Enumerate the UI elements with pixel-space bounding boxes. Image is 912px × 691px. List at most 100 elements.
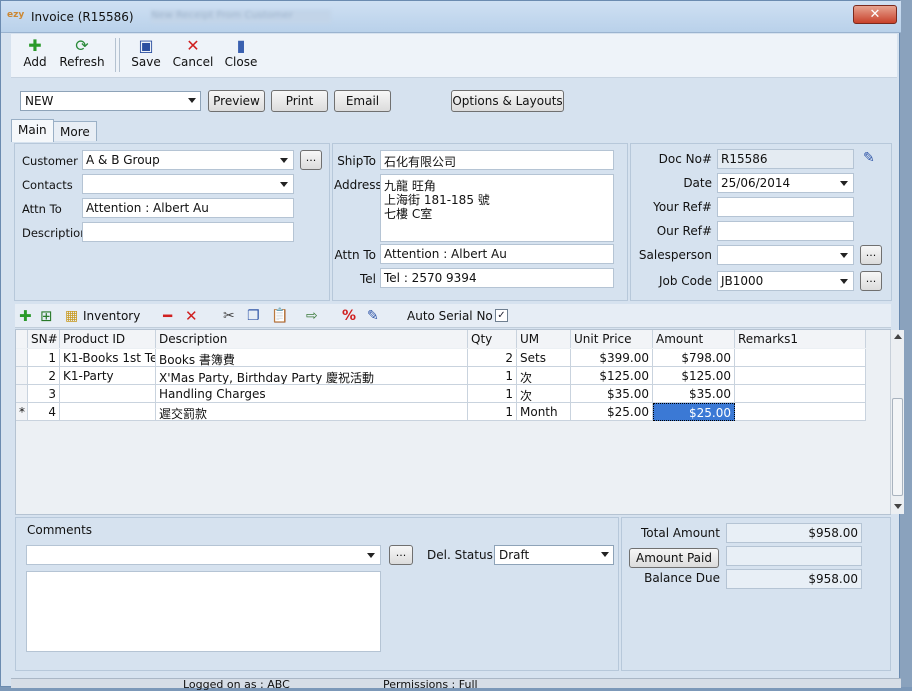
save-button[interactable]: ▣ Save	[124, 37, 168, 75]
cell-sn[interactable]: 2	[28, 367, 60, 385]
tab-main[interactable]: Main	[11, 119, 54, 142]
job-code-label: Job Code	[658, 274, 712, 288]
add-button[interactable]: ✚ Add	[13, 37, 57, 75]
cell-amount[interactable]: $125.00	[653, 367, 735, 385]
cell-remarks[interactable]	[735, 385, 866, 403]
cell-um[interactable]: 次	[517, 367, 571, 385]
window-close-button[interactable]: ✕	[853, 5, 897, 24]
description-field[interactable]	[82, 222, 294, 242]
header-product-id[interactable]: Product ID	[60, 330, 156, 348]
cell-sn[interactable]: 3	[28, 385, 60, 403]
tel-field[interactable]: Tel : 2570 9394	[380, 268, 614, 288]
cell-unit-price[interactable]: $125.00	[571, 367, 653, 385]
row-marker[interactable]	[16, 367, 28, 385]
cell-amount[interactable]: $798.00	[653, 349, 735, 367]
cell-sn[interactable]: 4	[28, 403, 60, 421]
grid-scrollbar[interactable]	[890, 330, 904, 514]
cell-description[interactable]: X'Mas Party, Birthday Party 慶祝活動	[156, 367, 468, 385]
comments-textarea[interactable]	[26, 571, 381, 652]
inventory-button[interactable]: Inventory	[83, 307, 140, 325]
row-marker[interactable]	[16, 385, 28, 403]
cell-amount[interactable]: $35.00	[653, 385, 735, 403]
cancel-button[interactable]: ✕ Cancel	[171, 37, 215, 75]
scroll-thumb[interactable]	[892, 398, 903, 496]
edit-icon[interactable]: ✎	[863, 150, 875, 166]
header-unit-price[interactable]: Unit Price	[571, 330, 653, 348]
del-status-select[interactable]: Draft	[494, 545, 614, 565]
header-sn[interactable]: SN#	[28, 330, 60, 348]
header-amount[interactable]: Amount	[653, 330, 735, 348]
cell-product-id[interactable]	[60, 403, 156, 421]
title-bar[interactable]: ezy Invoice (R15586) New Receipt From Cu…	[1, 1, 901, 33]
cell-sn[interactable]: 1	[28, 349, 60, 367]
cell-qty[interactable]: 1	[468, 385, 517, 403]
amount-paid-button[interactable]: Amount Paid	[629, 548, 719, 568]
print-button[interactable]: Print	[271, 90, 328, 112]
cell-product-id[interactable]: K1-Party	[60, 367, 156, 385]
status-select[interactable]: NEW	[20, 91, 201, 111]
cell-qty[interactable]: 2	[468, 349, 517, 367]
add-row-icon[interactable]: ✚	[19, 307, 32, 325]
close-button[interactable]: ▮ Close	[219, 37, 263, 75]
remove-row-icon[interactable]: ━	[163, 307, 172, 325]
import-icon[interactable]: ⇨	[306, 307, 318, 325]
cell-unit-price[interactable]: $35.00	[571, 385, 653, 403]
cell-amount-selected[interactable]: $25.00	[653, 403, 735, 421]
ship-attn-field[interactable]: Attention : Albert Au	[380, 244, 614, 264]
comments-select[interactable]	[26, 545, 381, 565]
paste-icon[interactable]: 📋	[271, 307, 288, 325]
cell-remarks[interactable]	[735, 367, 866, 385]
shipto-field[interactable]: 石化有限公司	[380, 150, 614, 170]
auto-serial-checkbox[interactable]: ✓	[495, 309, 508, 322]
header-remarks[interactable]: Remarks1	[735, 330, 866, 348]
header-um[interactable]: UM	[517, 330, 571, 348]
header-description[interactable]: Description	[156, 330, 468, 348]
row-marker[interactable]: *	[16, 403, 28, 421]
cell-unit-price[interactable]: $399.00	[571, 349, 653, 367]
salesperson-lookup-button[interactable]: ...	[860, 245, 882, 265]
insert-row-icon[interactable]: ⊞	[40, 307, 53, 325]
contacts-field[interactable]	[82, 174, 294, 194]
email-button[interactable]: Email	[334, 90, 391, 112]
customer-lookup-button[interactable]: ...	[300, 150, 322, 170]
cell-description[interactable]: Handling Charges	[156, 385, 468, 403]
cell-um[interactable]: Sets	[517, 349, 571, 367]
job-code-lookup-button[interactable]: ...	[860, 271, 882, 291]
cell-um[interactable]: 次	[517, 385, 571, 403]
salesperson-field[interactable]	[717, 245, 854, 265]
cut-icon[interactable]: ✂	[223, 307, 235, 325]
edit-row-icon[interactable]: ✎	[367, 307, 379, 325]
job-code-field[interactable]: JB1000	[717, 271, 854, 291]
scroll-up-icon[interactable]	[894, 334, 902, 339]
cell-unit-price[interactable]: $25.00	[571, 403, 653, 421]
our-ref-field[interactable]	[717, 221, 854, 241]
cell-um[interactable]: Month	[517, 403, 571, 421]
comments-lookup-button[interactable]: ...	[389, 545, 413, 565]
cell-product-id[interactable]	[60, 385, 156, 403]
cell-remarks[interactable]	[735, 349, 866, 367]
copy-icon[interactable]: ❐	[247, 307, 260, 325]
preview-button[interactable]: Preview	[208, 90, 265, 112]
date-field[interactable]: 25/06/2014	[717, 173, 854, 193]
scroll-down-icon[interactable]	[894, 504, 902, 509]
cell-qty[interactable]: 1	[468, 367, 517, 385]
tab-more[interactable]: More	[53, 121, 97, 141]
address-field[interactable]: 九龍 旺角 上海街 181-185 號 七樓 C室	[380, 174, 614, 242]
toolbar-separator	[119, 38, 120, 72]
header-qty[interactable]: Qty	[468, 330, 517, 348]
blurred-caption: New Receipt From Customer	[151, 10, 331, 23]
cell-description[interactable]: 遲交罰款	[156, 403, 468, 421]
delete-icon[interactable]: ✕	[185, 307, 198, 325]
refresh-button[interactable]: ⟳ Refresh	[57, 37, 107, 75]
customer-field[interactable]: A & B Group	[82, 150, 294, 170]
cell-product-id[interactable]: K1-Books 1st Ter	[60, 349, 156, 367]
your-ref-field[interactable]	[717, 197, 854, 217]
attn-to-field[interactable]: Attention : Albert Au	[82, 198, 294, 218]
description-label: Description	[22, 226, 88, 240]
cell-description[interactable]: Books 書簿費	[156, 349, 468, 367]
options-layouts-button[interactable]: Options & Layouts	[451, 90, 564, 112]
cell-remarks[interactable]	[735, 403, 866, 421]
discount-icon[interactable]: %	[342, 307, 356, 325]
row-marker[interactable]	[16, 349, 28, 367]
cell-qty[interactable]: 1	[468, 403, 517, 421]
